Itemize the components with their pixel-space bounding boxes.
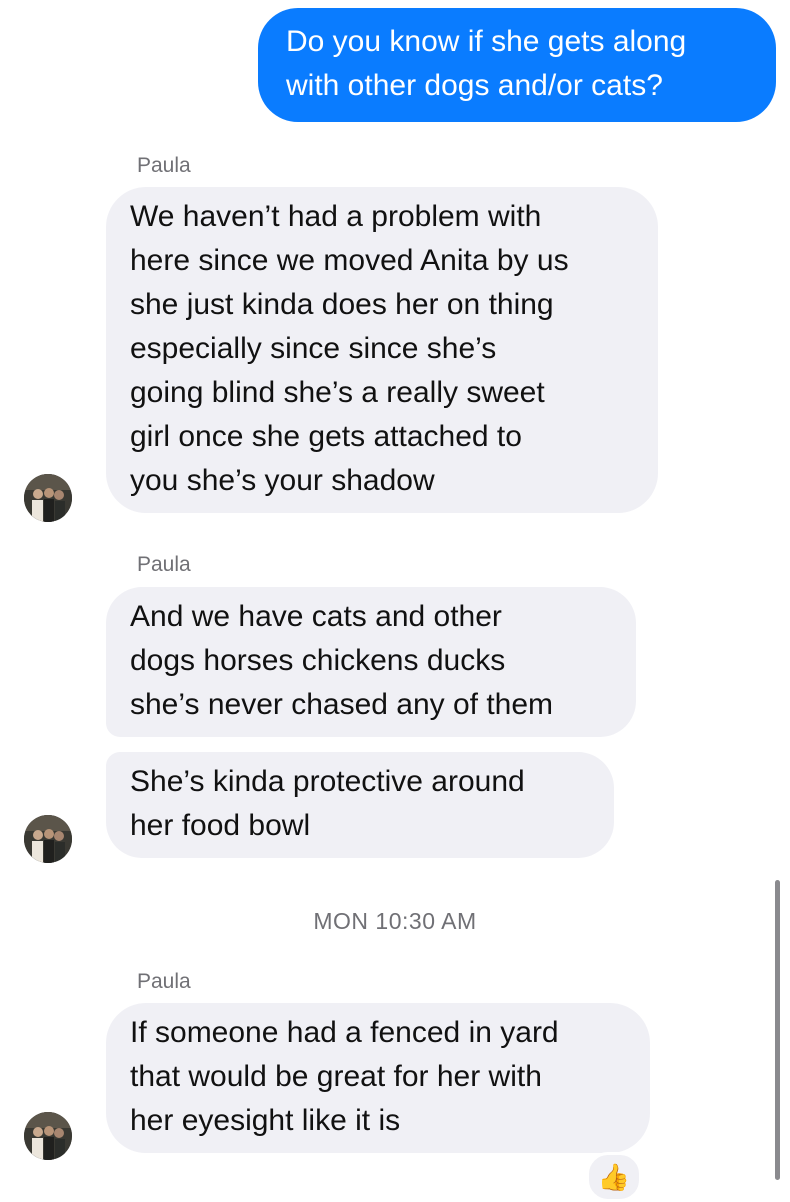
message-line: she’s never chased any of them bbox=[130, 688, 554, 721]
message-line: She’s kinda protective around bbox=[130, 765, 525, 798]
message-line: her eyesight like it is bbox=[130, 1104, 401, 1137]
sender-name: Paula bbox=[137, 970, 191, 993]
avatar[interactable] bbox=[24, 474, 72, 522]
sender-name: Paula bbox=[137, 553, 191, 576]
message-bubble-incoming[interactable]: If someone had a fenced in yard that wou… bbox=[106, 1003, 650, 1153]
avatar-photo-icon bbox=[24, 815, 72, 863]
avatar-photo-icon bbox=[24, 474, 72, 522]
message-line: she just kinda does her on thing bbox=[130, 288, 554, 321]
message-line: If someone had a fenced in yard bbox=[130, 1016, 559, 1049]
message-line: Do you know if she gets along bbox=[286, 25, 687, 58]
message-line: you she’s your shadow bbox=[130, 464, 435, 497]
avatar[interactable] bbox=[24, 1112, 72, 1160]
avatar-photo-icon bbox=[24, 1112, 72, 1160]
message-bubble-incoming[interactable]: We haven’t had a problem with here since… bbox=[106, 187, 658, 513]
message-line: her food bowl bbox=[130, 809, 311, 842]
message-line: especially since since she’s bbox=[130, 332, 497, 365]
message-line: We haven’t had a problem with bbox=[130, 200, 542, 233]
message-bubble-incoming[interactable]: She’s kinda protective around her food b… bbox=[106, 752, 614, 858]
scrollbar[interactable] bbox=[775, 880, 780, 1180]
timestamp: MON 10:30 AM bbox=[313, 908, 477, 934]
message-line: dogs horses chickens ducks bbox=[130, 644, 506, 677]
message-line: here since we moved Anita by us bbox=[130, 244, 569, 277]
message-line: that would be great for her with bbox=[130, 1060, 542, 1093]
message-line: And we have cats and other bbox=[130, 600, 502, 633]
avatar[interactable] bbox=[24, 815, 72, 863]
message-bubble-outgoing[interactable]: Do you know if she gets along with other… bbox=[258, 8, 776, 122]
thumbs-up-icon[interactable]: 👍 bbox=[586, 1152, 642, 1202]
message-line: girl once she gets attached to bbox=[130, 420, 522, 453]
message-line: going blind she’s a really sweet bbox=[130, 376, 545, 409]
message-line: with other dogs and/or cats? bbox=[286, 69, 663, 102]
sender-name: Paula bbox=[137, 154, 191, 177]
message-bubble-incoming[interactable]: And we have cats and other dogs horses c… bbox=[106, 587, 636, 737]
